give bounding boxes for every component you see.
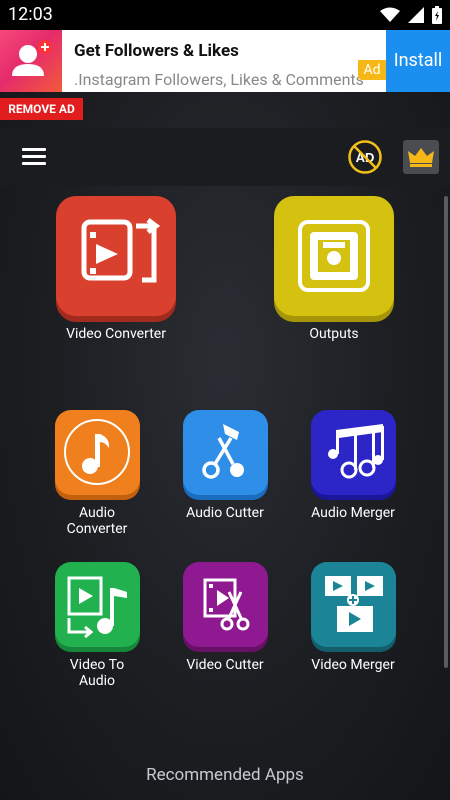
tile-label: Audio Cutter: [186, 505, 264, 521]
ad-title: Get Followers & Likes: [74, 41, 239, 61]
tile-audio-merger[interactable]: Audio Merger: [308, 410, 398, 521]
video-cutter-icon: [182, 562, 268, 647]
remove-ad-button[interactable]: REMOVE AD: [0, 98, 83, 120]
audio-merger-icon: [310, 410, 396, 495]
battery-icon: [432, 6, 442, 24]
tile-video-converter[interactable]: Video Converter: [56, 196, 176, 342]
ad-subtitle: Instagram Followers, Likes & Comments.: [74, 70, 364, 89]
video-to-audio-icon: [54, 562, 140, 647]
tile-outputs[interactable]: Outputs: [274, 196, 394, 342]
ad-banner[interactable]: Get Followers & Likes Instagram Follower…: [0, 30, 450, 92]
tile-label: Audio Merger: [311, 505, 395, 521]
tile-label: Outputs: [309, 326, 359, 342]
tile-video-cutter[interactable]: Video Cutter: [180, 562, 270, 673]
signal-icon: [408, 7, 424, 23]
ad-app-logo: [0, 30, 62, 92]
tile-audio-converter[interactable]: Audio Converter: [52, 410, 142, 537]
tile-label: Video To Audio: [52, 657, 142, 689]
status-time: 12:03: [8, 4, 53, 25]
tile-video-merger[interactable]: Video Merger: [308, 562, 398, 673]
tile-label: Video Merger: [311, 657, 395, 673]
video-merger-icon: [310, 562, 396, 647]
tile-audio-cutter[interactable]: Audio Cutter: [180, 410, 270, 521]
tile-video-to-audio[interactable]: Video To Audio: [52, 562, 142, 689]
tile-label: Video Cutter: [186, 657, 264, 673]
status-icons: [380, 6, 442, 24]
audio-converter-icon: [54, 410, 140, 495]
no-ad-icon[interactable]: AD: [348, 140, 382, 174]
video-to-audio-label: Video To Audio: [69, 657, 125, 689]
scrollbar[interactable]: [444, 196, 448, 668]
wifi-icon: [380, 7, 400, 22]
status-bar: 12:03: [0, 0, 450, 30]
ad-badge: Ad: [358, 60, 386, 80]
tile-label: Audio Converter: [52, 505, 142, 537]
audio-converter-label: Audio Converter: [66, 505, 128, 537]
toolbar: AD: [0, 128, 450, 186]
outputs-icon: [274, 196, 394, 316]
menu-icon[interactable]: [22, 148, 46, 166]
video-converter-icon: [56, 196, 176, 316]
install-button[interactable]: Install: [386, 30, 450, 92]
crown-icon: [408, 148, 434, 167]
recommended-apps-link[interactable]: Recommended Apps: [0, 765, 450, 785]
tile-label: Video Converter: [66, 326, 166, 342]
premium-button[interactable]: [403, 140, 439, 174]
audio-cutter-icon: [182, 410, 268, 495]
user-add-icon: [12, 40, 52, 76]
